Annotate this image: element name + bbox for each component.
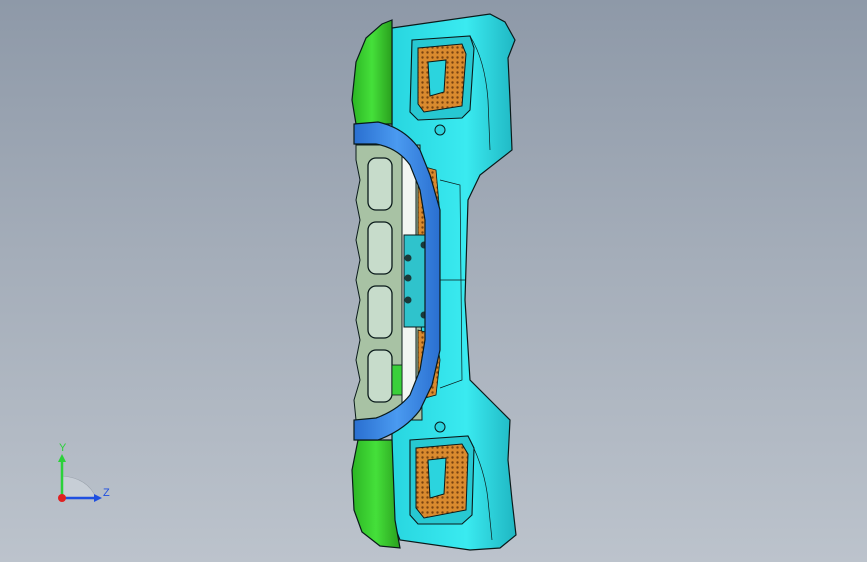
z-axis-arrow — [94, 494, 102, 502]
grille-slot — [367, 221, 393, 275]
lower-slot — [427, 457, 447, 499]
mount-bolt — [404, 296, 412, 304]
grille-slot — [367, 285, 393, 339]
graphics-viewport[interactable]: Y Z — [0, 0, 867, 562]
upper-slot — [427, 59, 447, 97]
mount-bolt — [404, 254, 412, 262]
x-axis-dot — [58, 494, 66, 502]
y-axis-label: Y — [59, 442, 67, 454]
grille-slot — [367, 349, 393, 403]
axis-triad: Y Z — [50, 440, 120, 510]
y-axis-arrow — [58, 454, 66, 462]
bumper-3d-model[interactable] — [0, 0, 867, 562]
tow-hole — [434, 124, 446, 136]
upper-end-cap — [351, 19, 393, 125]
z-axis-label: Z — [103, 487, 110, 499]
mount-bolt — [404, 274, 412, 282]
lower-end-cap — [351, 439, 401, 549]
grille-slot — [367, 157, 393, 211]
tow-hole — [434, 421, 446, 433]
triad-plane — [61, 475, 97, 499]
green-marker — [391, 364, 403, 396]
